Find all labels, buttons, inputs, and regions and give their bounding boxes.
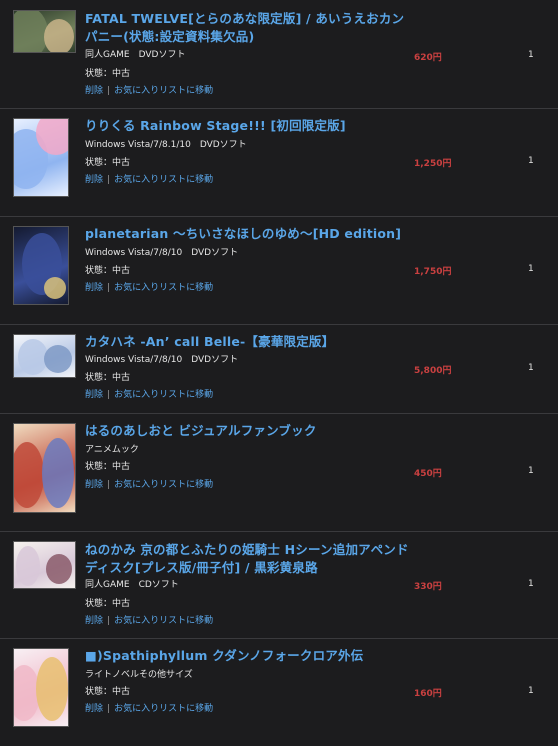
product-thumbnail[interactable] <box>13 10 76 53</box>
thumbnail-art <box>44 277 66 299</box>
item-quantity: 1 <box>528 686 534 696</box>
item-actions: 削除 | お気に入りリストに移動 <box>85 85 213 97</box>
action-separator: | <box>107 283 111 293</box>
delete-link[interactable]: 削除 <box>85 175 103 185</box>
product-platform: Windows Vista/7/8/10 DVDソフト <box>85 355 239 365</box>
item-price: 450円 <box>414 469 442 479</box>
action-separator: | <box>107 480 111 490</box>
product-condition: 状態：中古 <box>85 373 131 383</box>
delete-link[interactable]: 削除 <box>85 390 103 400</box>
thumbnail-art <box>14 442 44 508</box>
action-separator: | <box>107 704 111 714</box>
thumbnail-art <box>46 554 72 584</box>
product-condition: 状態：中古 <box>85 687 131 697</box>
cart-item: カタハネ -An’ call Belle-【豪華限定版】 Windows Vis… <box>0 325 558 414</box>
action-separator: | <box>107 175 111 185</box>
delete-link[interactable]: 削除 <box>85 704 103 714</box>
thumbnail-art <box>36 657 68 721</box>
delete-link[interactable]: 削除 <box>85 86 103 96</box>
product-platform: Windows Vista/7/8.1/10 DVDソフト <box>85 140 247 150</box>
item-actions: 削除 | お気に入りリストに移動 <box>85 703 213 715</box>
item-quantity: 1 <box>528 50 534 60</box>
move-to-wishlist-link[interactable]: お気に入りリストに移動 <box>114 616 213 626</box>
product-thumbnail[interactable] <box>13 334 76 378</box>
thumbnail-art <box>42 438 74 508</box>
thumbnail-art <box>44 19 74 52</box>
item-actions: 削除 | お気に入りリストに移動 <box>85 615 213 627</box>
move-to-wishlist-link[interactable]: お気に入りリストに移動 <box>114 175 213 185</box>
product-condition: 状態：中古 <box>85 462 131 472</box>
product-platform: アニメムック <box>85 445 139 455</box>
action-separator: | <box>107 390 111 400</box>
move-to-wishlist-link[interactable]: お気に入りリストに移動 <box>114 390 213 400</box>
product-title-link[interactable]: ねのかみ 京の都とふたりの姫騎士 Hシーン追加アペンドディスク[プレス版/冊子付… <box>85 541 415 577</box>
item-quantity: 1 <box>528 264 534 274</box>
item-price: 330円 <box>414 582 442 592</box>
product-title-link[interactable]: FATAL TWELVE[とらのあな限定版] / あいうえおカンパニー(状態:設… <box>85 10 415 46</box>
product-thumbnail[interactable] <box>13 648 69 727</box>
cart-item: planetarian 〜ちいさなほしのゆめ〜[HD edition] Wind… <box>0 217 558 325</box>
move-to-wishlist-link[interactable]: お気に入りリストに移動 <box>114 86 213 96</box>
product-platform: Windows Vista/7/8/10 DVDソフト <box>85 248 239 258</box>
cart-item: りりくる Rainbow Stage!!! [初回限定版] Windows Vi… <box>0 109 558 217</box>
item-quantity: 1 <box>528 579 534 589</box>
item-actions: 削除 | お気に入りリストに移動 <box>85 282 213 294</box>
delete-link[interactable]: 削除 <box>85 480 103 490</box>
product-condition: 状態：中古 <box>85 69 131 79</box>
product-thumbnail[interactable] <box>13 541 76 589</box>
product-platform: 同人GAME CDソフト <box>85 580 179 590</box>
cart-item: はるのあしおと ビジュアルファンブック アニメムック 状態：中古 削除 | お気に入… <box>0 414 558 532</box>
thumbnail-art <box>14 11 48 52</box>
item-quantity: 1 <box>528 466 534 476</box>
move-to-wishlist-link[interactable]: お気に入りリストに移動 <box>114 480 213 490</box>
product-title-link[interactable]: カタハネ -An’ call Belle-【豪華限定版】 <box>85 333 415 351</box>
item-actions: 削除 | お気に入りリストに移動 <box>85 389 213 401</box>
item-price: 620円 <box>414 53 442 63</box>
product-condition: 状態：中古 <box>85 266 131 276</box>
item-actions: 削除 | お気に入りリストに移動 <box>85 174 213 186</box>
cart-item: ■)Spathiphyllum クダンノフォークロア外伝 ライトノベルその他サイ… <box>0 639 558 746</box>
product-platform: 同人GAME DVDソフト <box>85 50 186 60</box>
delete-link[interactable]: 削除 <box>85 283 103 293</box>
item-actions: 削除 | お気に入りリストに移動 <box>85 479 213 491</box>
delete-link[interactable]: 削除 <box>85 616 103 626</box>
cart-item: FATAL TWELVE[とらのあな限定版] / あいうえおカンパニー(状態:設… <box>0 0 558 109</box>
item-quantity: 1 <box>528 156 534 166</box>
action-separator: | <box>107 86 111 96</box>
product-thumbnail[interactable] <box>13 226 69 305</box>
product-title-link[interactable]: はるのあしおと ビジュアルファンブック <box>85 422 415 440</box>
move-to-wishlist-link[interactable]: お気に入りリストに移動 <box>114 704 213 714</box>
product-title-link[interactable]: planetarian 〜ちいさなほしのゆめ〜[HD edition] <box>85 225 415 243</box>
action-separator: | <box>107 616 111 626</box>
thumbnail-art <box>44 345 72 373</box>
product-condition: 状態：中古 <box>85 158 131 168</box>
thumbnail-art <box>16 546 40 586</box>
move-to-wishlist-link[interactable]: お気に入りリストに移動 <box>114 283 213 293</box>
item-price: 5,800円 <box>414 366 452 376</box>
cart-item-list: FATAL TWELVE[とらのあな限定版] / あいうえおカンパニー(状態:設… <box>0 0 558 746</box>
product-thumbnail[interactable] <box>13 118 69 197</box>
product-platform: ライトノベルその他サイズ <box>85 670 193 680</box>
item-price: 160円 <box>414 689 442 699</box>
product-title-link[interactable]: りりくる Rainbow Stage!!! [初回限定版] <box>85 117 415 135</box>
product-thumbnail[interactable] <box>13 423 76 513</box>
cart-item: ねのかみ 京の都とふたりの姫騎士 Hシーン追加アペンドディスク[プレス版/冊子付… <box>0 532 558 639</box>
product-title-link[interactable]: ■)Spathiphyllum クダンノフォークロア外伝 <box>85 647 415 665</box>
item-price: 1,250円 <box>414 159 452 169</box>
product-condition: 状態：中古 <box>85 599 131 609</box>
item-quantity: 1 <box>528 363 534 373</box>
item-price: 1,750円 <box>414 267 452 277</box>
